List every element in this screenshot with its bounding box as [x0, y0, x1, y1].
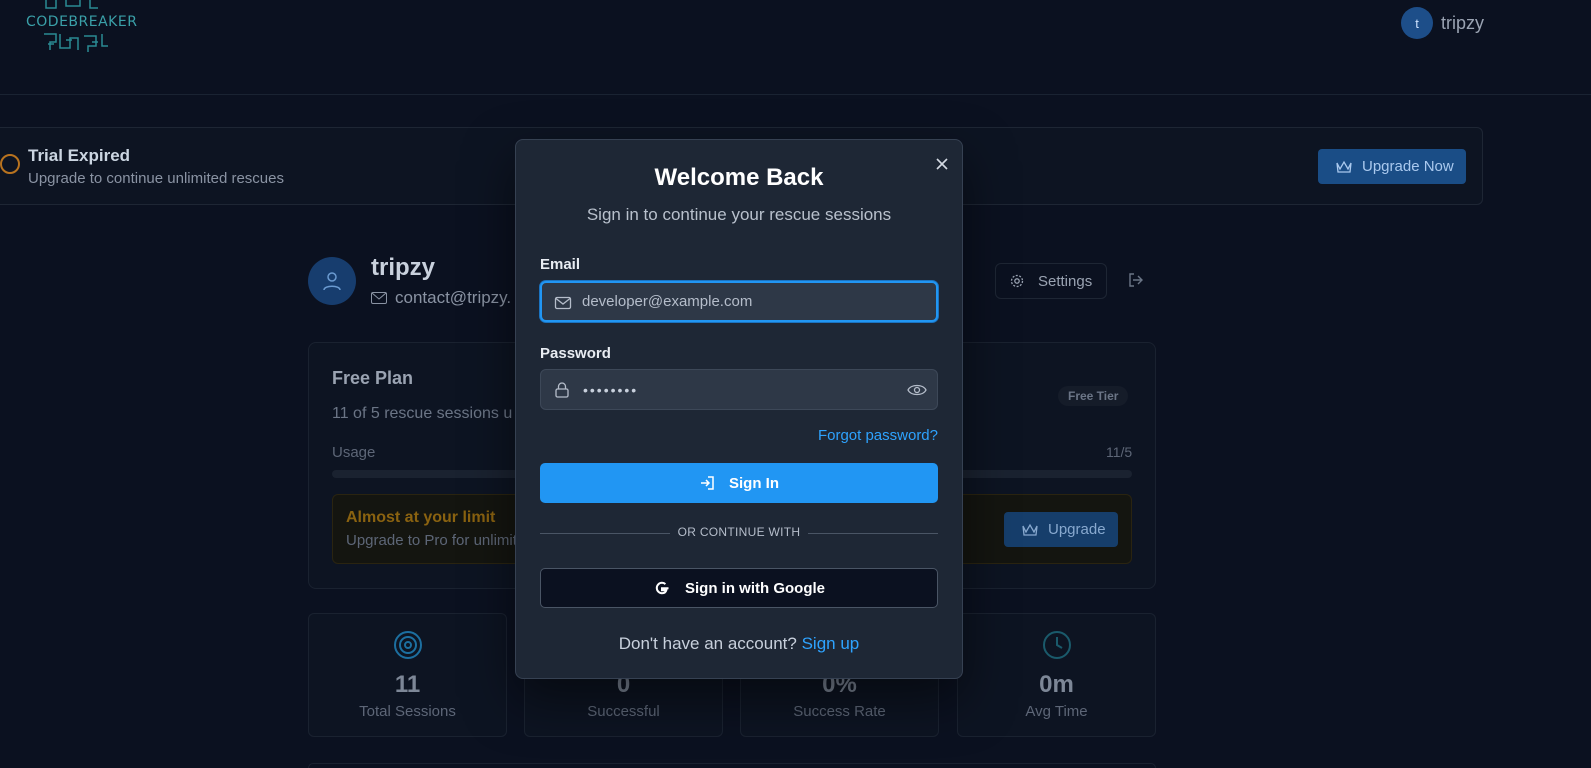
profile-email-text: contact@tripzy.	[395, 288, 512, 307]
crown-icon	[1022, 523, 1038, 536]
stat-label: Total Sessions	[359, 703, 456, 720]
email-label: Email	[540, 256, 581, 273]
profile-name: tripzy	[371, 254, 436, 281]
target-icon	[393, 631, 422, 659]
plan-title: Free Plan	[332, 368, 414, 388]
profile-avatar	[308, 257, 356, 305]
sign-in-label: Sign In	[729, 474, 779, 492]
settings-label: Settings	[1038, 272, 1093, 290]
google-sign-in-label: Sign in with Google	[685, 579, 825, 597]
email-field[interactable]	[582, 283, 902, 320]
stat-label: Successful	[587, 703, 660, 720]
user-icon	[323, 272, 341, 291]
upgrade-now-label: Upgrade Now	[1362, 158, 1454, 175]
password-label: Password	[540, 345, 611, 362]
upgrade-button[interactable]: Upgrade	[1004, 512, 1118, 547]
forgot-password-link[interactable]: Forgot password?	[818, 427, 938, 444]
profile-email: contact@tripzy.	[371, 288, 511, 308]
eye-icon[interactable]	[907, 381, 927, 399]
usage-count: 11/5	[1106, 444, 1133, 460]
stat-card-avg-time: 0m Avg Time	[957, 613, 1156, 737]
password-value: ••••••••	[583, 382, 639, 398]
limit-subtitle: Upgrade to Pro for unlimit	[346, 532, 517, 549]
sign-in-icon	[701, 476, 714, 490]
clock-icon	[0, 154, 20, 174]
crown-icon	[1336, 160, 1352, 173]
mail-icon	[554, 296, 572, 310]
divider: OR CONTINUE WITH	[540, 525, 938, 541]
plan-subtitle: 11 of 5 rescue sessions u	[332, 405, 513, 422]
top-navbar	[0, 0, 1591, 95]
mail-icon	[371, 292, 387, 304]
logo-text: CODEBREAKER	[26, 14, 138, 30]
signup-prompt: Don't have an account?	[618, 634, 797, 653]
section-card	[308, 763, 1156, 768]
usage-label: Usage	[332, 444, 376, 461]
header-username: tripzy	[1441, 12, 1485, 33]
upgrade-label: Upgrade	[1048, 521, 1106, 538]
limit-title: Almost at your limit	[346, 509, 496, 526]
stat-label: Success Rate	[793, 703, 886, 720]
settings-button[interactable]: Settings	[995, 263, 1107, 299]
stat-label: Avg Time	[1025, 703, 1088, 720]
email-field-wrapper	[540, 281, 938, 322]
upgrade-now-button[interactable]: Upgrade Now	[1318, 149, 1466, 184]
codebreaker-logo[interactable]: CODEBREAKER	[26, 0, 137, 56]
sign-in-button[interactable]: Sign In	[540, 463, 938, 503]
trial-subtitle: Upgrade to continue unlimited rescues	[28, 170, 284, 187]
logout-icon[interactable]	[1128, 272, 1144, 293]
lock-icon	[555, 382, 569, 398]
modal-title: Welcome Back	[654, 164, 824, 191]
trial-title: Trial Expired	[28, 146, 131, 165]
plan-badge: Free Tier	[1058, 386, 1129, 406]
sign-in-modal: Welcome Back Sign in to continue your re…	[515, 139, 963, 679]
modal-subtitle: Sign in to continue your rescue sessions	[586, 205, 892, 224]
clock-icon	[1042, 631, 1071, 659]
stat-value: 11	[394, 671, 421, 698]
divider-text: OR CONTINUE WITH	[677, 525, 801, 539]
google-sign-in-button[interactable]: Sign in with Google	[540, 568, 938, 608]
signup-row: Don't have an account? Sign up	[516, 634, 962, 654]
stat-card-total-sessions: 11 Total Sessions	[308, 613, 507, 737]
stat-value: 0m	[1039, 671, 1074, 698]
sign-up-link[interactable]: Sign up	[802, 634, 860, 653]
avatar: t	[1401, 7, 1433, 39]
password-field[interactable]: ••••••••	[540, 369, 938, 410]
google-icon	[655, 581, 669, 595]
gear-icon	[1010, 274, 1024, 288]
user-menu[interactable]: t tripzy	[1401, 7, 1484, 39]
